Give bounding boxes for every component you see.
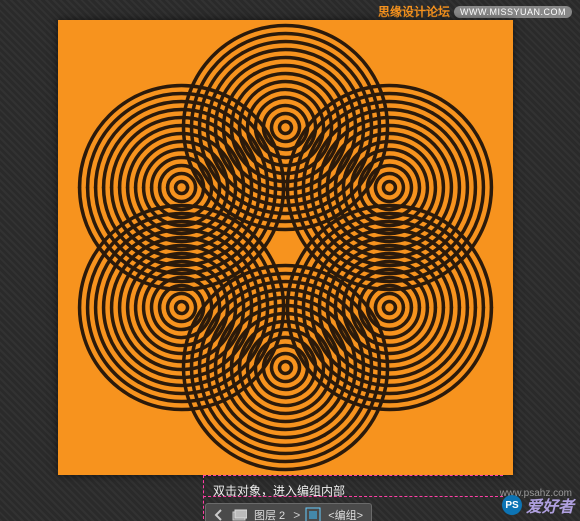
selection-border [203,475,204,519]
group-icon[interactable] [304,506,322,521]
bottom-watermark: PS 爱好者 [502,493,574,517]
watermark-text: 爱好者 [526,493,574,517]
group-label[interactable]: <编组> [324,507,367,521]
app-root: 思缘设计论坛 WWW.MISSYUAN.COM 双击对象，进入编组内部 [0,0,580,521]
breadcrumb-bar: 图层 2 > <编组> [205,503,372,521]
ps-badge-icon: PS [502,495,522,515]
selection-border [203,475,503,476]
layers-icon[interactable] [230,506,248,521]
artboard[interactable] [58,20,513,475]
isolation-hint: 双击对象，进入编组内部 [205,480,372,503]
chevron-right-icon: > [293,508,300,521]
arrow-left-icon[interactable] [210,506,228,521]
watermark-url-pill: WWW.MISSYUAN.COM [454,6,572,18]
layer-name[interactable]: 图层 2 [250,507,289,521]
bottom-info: 双击对象，进入编组内部 图层 2 > [205,480,372,521]
watermark-text-cn: 思缘设计论坛 [378,3,450,20]
top-watermark: 思缘设计论坛 WWW.MISSYUAN.COM [378,3,572,20]
spiral-flower-design [58,20,513,475]
